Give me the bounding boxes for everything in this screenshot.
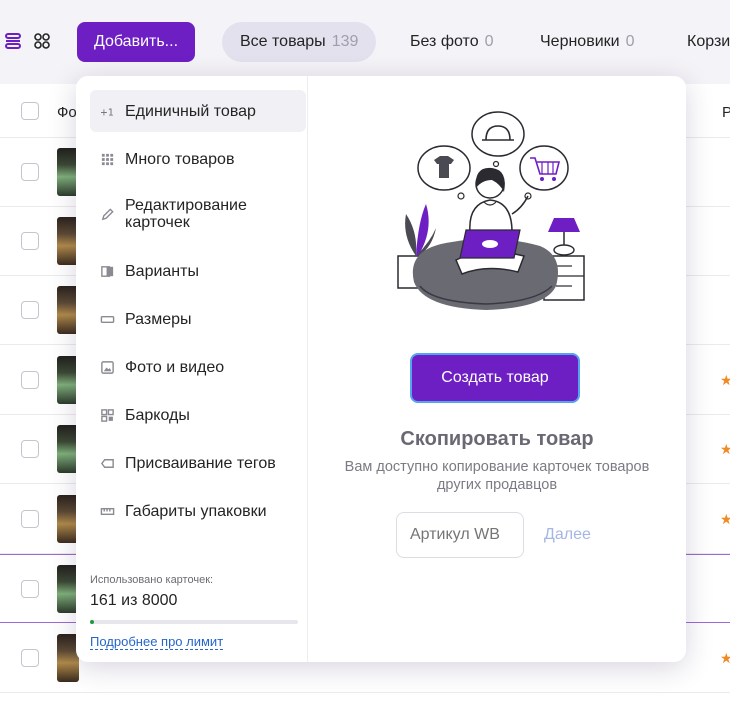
tab-no-photo[interactable]: Без фото 0 xyxy=(410,22,494,62)
tab-trash[interactable]: Корзи xyxy=(687,22,730,62)
plus-one-icon: +1 xyxy=(99,103,115,119)
tab-count: 139 xyxy=(331,33,359,50)
menu-item-label: Размеры xyxy=(125,310,192,328)
menu-item-label: Редактирование карточек xyxy=(125,197,247,231)
menu-item-label: Присваивание тегов xyxy=(125,454,276,472)
top-toolbar: Добавить... Все товары 139 Без фото 0 Че… xyxy=(0,0,730,84)
tab-label: Корзи xyxy=(687,33,730,50)
row-checkbox[interactable] xyxy=(21,510,39,528)
tab-label: Черновики xyxy=(540,33,620,50)
menu-item-label: Габариты упаковки xyxy=(125,502,267,520)
row-checkbox[interactable] xyxy=(21,301,39,319)
list-view-icon[interactable] xyxy=(4,32,22,50)
usage-label: Использовано карточек: xyxy=(90,574,214,586)
tab-count: 0 xyxy=(625,33,635,50)
column-header-rating: Р xyxy=(722,104,730,121)
usage-value: 161 из 8000 xyxy=(90,592,178,609)
row-checkbox[interactable] xyxy=(21,440,39,458)
grid-view-icon[interactable] xyxy=(33,32,51,50)
tag-icon xyxy=(99,455,115,471)
measure-icon xyxy=(99,503,115,519)
menu-item-label: Баркоды xyxy=(125,406,190,424)
row-checkbox[interactable] xyxy=(21,580,39,598)
add-dropdown-panel: +1 Единичный товар Много товаров Редакти… xyxy=(76,76,686,662)
variants-icon xyxy=(99,263,115,279)
pencil-icon xyxy=(99,206,115,222)
row-checkbox[interactable] xyxy=(21,163,39,181)
image-icon xyxy=(99,359,115,375)
menu-item-single-product[interactable]: +1 Единичный товар xyxy=(90,90,306,132)
ruler-icon xyxy=(99,311,115,327)
select-all-checkbox[interactable] xyxy=(21,102,39,120)
limit-details-link[interactable]: Подробнее про лимит xyxy=(90,634,224,650)
menu-item-variants[interactable]: Варианты xyxy=(90,250,306,292)
row-checkbox[interactable] xyxy=(21,232,39,250)
create-product-pane: Создать товар Скопировать товар Вам дост… xyxy=(308,76,686,662)
menu-item-label: Много товаров xyxy=(125,150,235,168)
tab-all-products[interactable]: Все товары 139 xyxy=(222,22,377,62)
menu-item-package-dimensions[interactable]: Габариты упаковки xyxy=(90,490,306,532)
rating-star-icon: ★ xyxy=(720,511,730,527)
qr-icon xyxy=(99,407,115,423)
column-header-photo: Фо xyxy=(57,104,77,121)
next-link[interactable]: Далее xyxy=(544,526,591,544)
rating-star-icon: ★ xyxy=(720,441,730,457)
article-wb-input[interactable] xyxy=(396,512,524,558)
person-with-laptop-illustration xyxy=(397,111,585,310)
tab-label: Все товары xyxy=(240,33,326,50)
menu-item-assign-tags[interactable]: Присваивание тегов xyxy=(90,442,306,484)
copy-product-title: Скопировать товар xyxy=(400,428,594,450)
menu-item-label: Фото и видео xyxy=(125,358,225,376)
menu-item-label: Единичный товар xyxy=(125,102,256,120)
add-button[interactable]: Добавить... xyxy=(77,22,195,62)
create-product-button[interactable]: Создать товар xyxy=(410,353,580,403)
row-checkbox[interactable] xyxy=(21,371,39,389)
usage-progress-fill xyxy=(90,620,95,624)
menu-item-photo-video[interactable]: Фото и видео xyxy=(90,346,306,388)
tab-label: Без фото xyxy=(410,33,479,50)
copy-product-description: Вам доступно копирование карточек товаро… xyxy=(344,459,650,493)
menu-item-sizes[interactable]: Размеры xyxy=(90,298,306,340)
tab-drafts[interactable]: Черновики 0 xyxy=(540,22,634,62)
rating-star-icon: ★ xyxy=(720,372,730,388)
menu-item-label: Варианты xyxy=(125,262,199,280)
add-menu: +1 Единичный товар Много товаров Редакти… xyxy=(76,76,308,662)
menu-item-edit-cards[interactable]: Редактирование карточек xyxy=(90,188,306,240)
menu-item-barcodes[interactable]: Баркоды xyxy=(90,394,306,436)
row-checkbox[interactable] xyxy=(21,649,39,667)
grid-icon xyxy=(99,151,115,167)
tab-count: 0 xyxy=(484,33,494,50)
usage-progress-bar xyxy=(90,620,298,624)
menu-item-many-products[interactable]: Много товаров xyxy=(90,138,306,180)
svg-text:+1: +1 xyxy=(100,107,114,118)
rating-star-icon: ★ xyxy=(720,650,730,666)
